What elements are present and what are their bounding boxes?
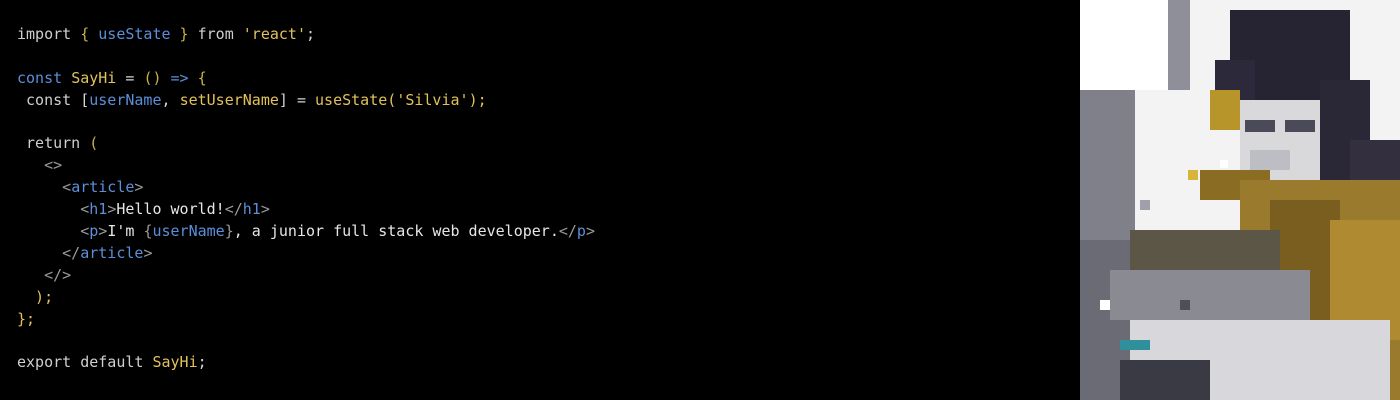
code-line: <> [17, 155, 1067, 177]
code-token: const [17, 68, 72, 87]
code-token: > [585, 222, 595, 241]
code-token: setUserName [179, 90, 279, 109]
code-token: 'react' [242, 25, 306, 43]
code-token: ; [306, 25, 316, 43]
code-token: } [224, 222, 234, 241]
code-token: > [260, 200, 270, 219]
code-block: import { useState } from 'react'; const … [17, 24, 1067, 374]
code-token: const [17, 90, 81, 109]
code-line: export default SayHi; [17, 352, 1067, 374]
pixel-art-developer-icon [1080, 0, 1400, 400]
code-token: }; [17, 309, 36, 328]
code-token: ] = [278, 90, 316, 109]
code-token: SayHi [71, 68, 117, 87]
code-token: < [17, 222, 90, 241]
code-token: } [170, 25, 198, 43]
code-token: </ [558, 222, 577, 241]
code-token: <> [17, 156, 63, 175]
canvas: import { useState } from 'react'; const … [0, 0, 1400, 400]
code-token: { [197, 68, 207, 87]
code-token: p [576, 222, 586, 241]
code-line: ); [17, 287, 1067, 309]
code-token: > [143, 243, 153, 262]
code-token: </ [17, 243, 81, 262]
code-token: useState( [315, 90, 397, 109]
code-line: import { useState } from 'react'; [17, 24, 1067, 46]
code-token: </ [224, 200, 243, 219]
code-token: ); [17, 287, 54, 306]
code-line: <article> [17, 177, 1067, 199]
code-token: article [71, 178, 135, 197]
code-token: </> [17, 265, 72, 284]
code-token: { [80, 25, 99, 43]
code-token: from [197, 25, 243, 43]
code-token: () [143, 68, 162, 87]
code-token: I'm [107, 222, 144, 241]
code-token: , a junior full stack web developer. [233, 222, 559, 241]
code-token: p [89, 222, 99, 241]
code-token: Hello world! [116, 200, 225, 219]
code-line: </> [17, 265, 1067, 287]
code-line: }; [17, 309, 1067, 331]
code-token: SayHi [152, 353, 198, 372]
code-line: const SayHi = () => { [17, 68, 1067, 90]
code-token: , [161, 90, 180, 109]
code-line: </article> [17, 243, 1067, 265]
code-line: return ( [17, 133, 1067, 155]
code-token: article [80, 243, 144, 262]
code-token: > [98, 222, 108, 241]
code-line: <h1>Hello world!</h1> [17, 199, 1067, 221]
code-token: = [116, 68, 144, 87]
code-token: h1 [89, 200, 108, 219]
code-token: ( [89, 134, 99, 153]
code-token: h1 [242, 200, 261, 219]
code-token: [ [80, 90, 90, 109]
code-token: < [17, 178, 72, 197]
code-token: > [134, 178, 144, 197]
code-token: ; [197, 353, 207, 372]
code-token: ); [468, 90, 487, 109]
code-line: const [userName, setUserName] = useState… [17, 90, 1067, 112]
code-token: userName [152, 222, 225, 241]
code-token: import [17, 25, 81, 43]
code-token: export default [17, 353, 153, 372]
code-line: <p>I'm {userName}, a junior full stack w… [17, 221, 1067, 243]
code-token: userName [89, 90, 162, 109]
code-token: return [17, 134, 90, 153]
code-token: > [107, 200, 117, 219]
code-token: < [17, 200, 90, 219]
code-token: 'Silvia' [396, 90, 469, 109]
code-token: => [161, 68, 198, 87]
code-token: useState [98, 25, 171, 43]
